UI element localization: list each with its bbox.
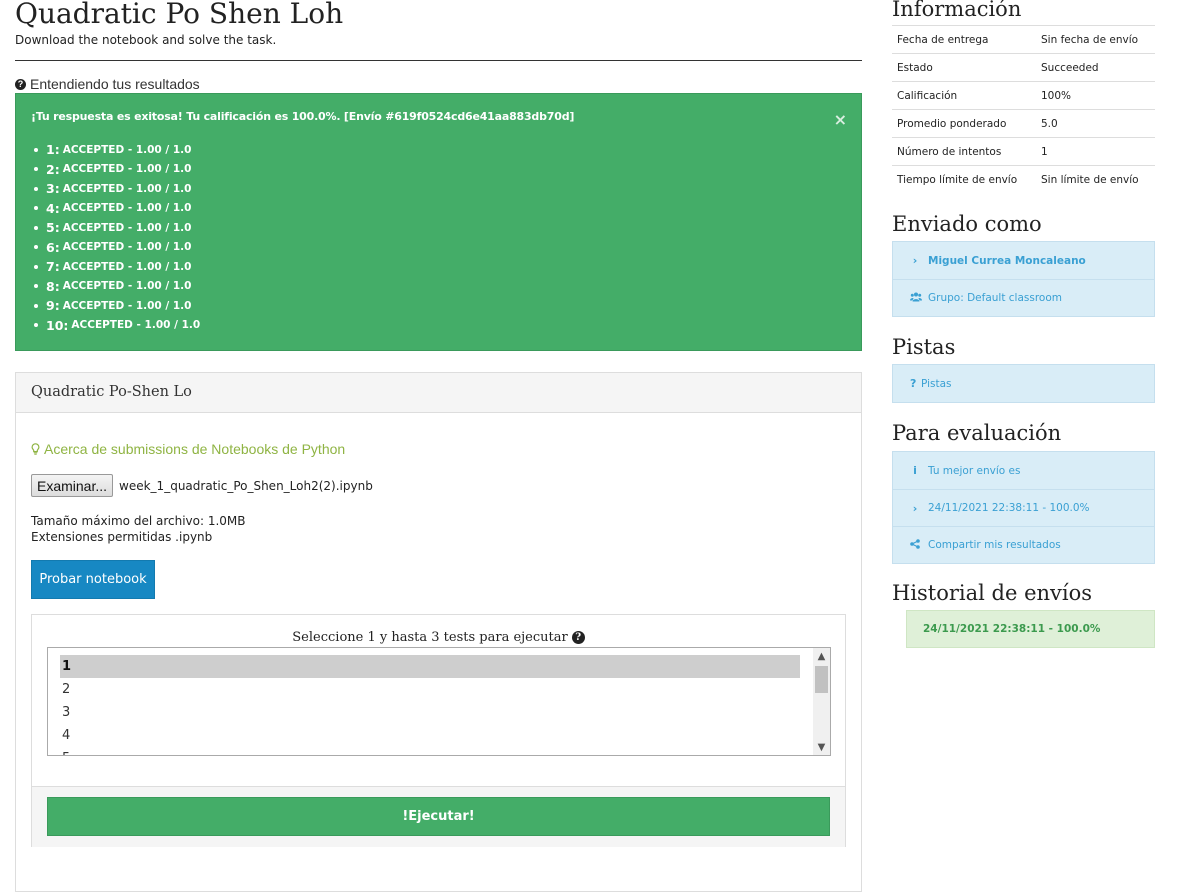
tests-select[interactable]: 1 2 3 4 5 ▲ ▼	[47, 647, 831, 756]
runner-title: Seleccione 1 y hasta 3 tests para ejecut…	[32, 630, 845, 645]
result-item: 9: ACCEPTED - 1.00 / 1.0	[34, 296, 200, 316]
question-icon: ?	[910, 377, 917, 390]
history-item[interactable]: 24/11/2021 22:38:11 - 100.0%	[906, 610, 1155, 648]
question-circle-icon: ?	[15, 78, 26, 90]
help-icon[interactable]: ?	[571, 631, 585, 644]
scroll-thumb[interactable]	[815, 666, 828, 693]
info-row: Promedio ponderado 5.0	[892, 109, 1155, 138]
notebook-panel: Quadratic Po-Shen Lo Acerca de submissio…	[15, 372, 862, 892]
understanding-label: Entendiendo tus resultados	[30, 76, 200, 92]
test-runner: Seleccione 1 y hasta 3 tests para ejecut…	[31, 614, 846, 847]
info-row: Calificación 100%	[892, 81, 1155, 110]
about-link-label: Acerca de submissions de Notebooks de Py…	[44, 441, 346, 457]
test-option[interactable]: 2	[60, 678, 800, 701]
result-item: 10: ACCEPTED - 1.00 / 1.0	[34, 316, 200, 336]
hints-heading: Pistas	[892, 335, 956, 359]
upload-info: Tamaño máximo del archivo: 1.0MB Extensi…	[31, 513, 246, 545]
hints-label: Pistas	[921, 377, 952, 390]
scrollbar[interactable]: ▲ ▼	[813, 648, 830, 755]
info-icon: i	[913, 464, 917, 477]
runner-footer: !Ejecutar!	[32, 786, 845, 847]
result-item: 8: ACCEPTED - 1.00 / 1.0	[34, 277, 200, 297]
max-size-text: Tamaño máximo del archivo: 1.0MB	[31, 514, 246, 528]
history-heading: Historial de envíos	[892, 581, 1093, 605]
alert-message: ¡Tu respuesta es exitosa! Tu calificació…	[31, 110, 575, 123]
users-icon	[910, 292, 922, 305]
result-item: 4: ACCEPTED - 1.00 / 1.0	[34, 199, 200, 219]
group-name: Grupo: Default classroom	[928, 292, 1063, 304]
user-name: Miguel Currea Moncaleano	[928, 254, 1086, 267]
scroll-up-icon[interactable]: ▲	[813, 648, 830, 664]
results-list: 1: ACCEPTED - 1.00 / 1.0 2: ACCEPTED - 1.0…	[34, 140, 200, 335]
info-row: Estado Succeeded	[892, 53, 1155, 82]
user-link[interactable]: › Miguel Currea Moncaleano	[893, 242, 1154, 279]
close-icon[interactable]: ×	[834, 110, 847, 129]
run-button[interactable]: !Ejecutar!	[47, 797, 830, 836]
success-alert: ¡Tu respuesta es exitosa! Tu calificació…	[15, 93, 862, 351]
test-option[interactable]: 5	[60, 747, 800, 755]
page-subtitle: Download the notebook and solve the task…	[15, 33, 277, 47]
hints-link[interactable]: ? Pistas	[893, 365, 1154, 402]
group-link[interactable]: Grupo: Default classroom	[893, 279, 1154, 316]
result-item: 7: ACCEPTED - 1.00 / 1.0	[34, 257, 200, 277]
share-results-link[interactable]: Compartir mis resultados	[893, 526, 1154, 563]
best-submission-label: i Tu mejor envío es	[893, 452, 1154, 489]
info-row: Número de intentos 1	[892, 137, 1155, 166]
evaluation-list: i Tu mejor envío es › 24/11/2021 22:38:1…	[892, 451, 1155, 564]
file-name: week_1_quadratic_Po_Shen_Loh2(2).ipynb	[119, 478, 373, 493]
panel-title: Quadratic Po-Shen Lo	[16, 373, 861, 413]
evaluation-heading: Para evaluación	[892, 421, 1062, 445]
info-table: Fecha de entrega Sin fecha de envío Estad…	[892, 25, 1155, 194]
about-submissions-link[interactable]: Acerca de submissions de Notebooks de Py…	[31, 441, 345, 457]
file-input[interactable]: Examinar... week_1_quadratic_Po_Shen_Loh…	[31, 474, 373, 497]
browse-button[interactable]: Examinar...	[31, 474, 114, 497]
result-item: 6: ACCEPTED - 1.00 / 1.0	[34, 238, 200, 258]
info-row: Fecha de entrega Sin fecha de envío	[892, 25, 1155, 54]
test-option[interactable]: 4	[60, 724, 800, 747]
extensions-text: Extensiones permitidas .ipynb	[31, 530, 213, 544]
test-notebook-button[interactable]: Probar notebook	[31, 560, 155, 599]
chevron-right-icon: ›	[912, 501, 918, 515]
test-option[interactable]: 3	[60, 701, 800, 724]
result-item: 3: ACCEPTED - 1.00 / 1.0	[34, 179, 200, 199]
result-item: 1: ACCEPTED - 1.00 / 1.0	[34, 140, 200, 160]
share-icon	[910, 538, 920, 552]
best-submission-link[interactable]: › 24/11/2021 22:38:11 - 100.0%	[893, 489, 1154, 526]
scroll-down-icon[interactable]: ▼	[813, 739, 830, 755]
chevron-right-icon: ›	[912, 254, 918, 267]
info-heading: Información	[892, 0, 1022, 21]
lightbulb-icon	[31, 443, 40, 455]
test-option[interactable]: 1	[60, 655, 800, 678]
page-title: Quadratic Po Shen Loh	[15, 0, 344, 30]
divider	[15, 60, 862, 61]
result-item: 5: ACCEPTED - 1.00 / 1.0	[34, 218, 200, 238]
sent-as-heading: Enviado como	[892, 212, 1042, 236]
understanding-results-link[interactable]: ? Entendiendo tus resultados	[15, 76, 200, 92]
hints-list: ? Pistas	[892, 364, 1155, 403]
sent-as-list: › Miguel Currea Moncaleano Grupo: Defaul…	[892, 241, 1155, 317]
info-row: Tiempo límite de envío Sin límite de enví…	[892, 165, 1155, 194]
runner-title-label: Seleccione 1 y hasta 3 tests para ejecut…	[292, 630, 568, 645]
result-item: 2: ACCEPTED - 1.00 / 1.0	[34, 160, 200, 180]
